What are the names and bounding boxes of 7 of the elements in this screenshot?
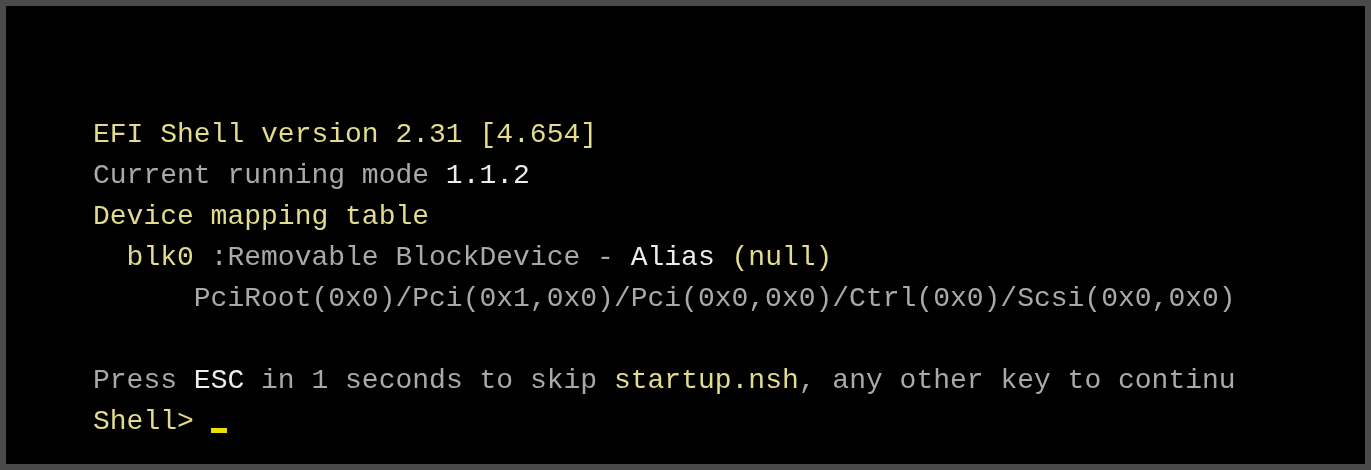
console-line: blk0 :Removable BlockDevice - Alias (null): [125, 241, 833, 275]
console-line: Device mapping table: [93, 200, 430, 234]
console-line: Current running mode 1.1.2: [93, 159, 530, 193]
console-line: PciRoot(0x0)/Pci(0x1,0x0)/Pci(0x0,0x0)/Ctrl(0x0)/Scsi(0x0,0x0): [192, 282, 1236, 316]
console-line: Press ESC in 1 seconds to skip startup.nsh, any other key to continu: [93, 364, 1236, 398]
console-line: Shell>: [93, 405, 195, 439]
console-line: EFI Shell version 2.31 [4.654]: [93, 118, 598, 152]
